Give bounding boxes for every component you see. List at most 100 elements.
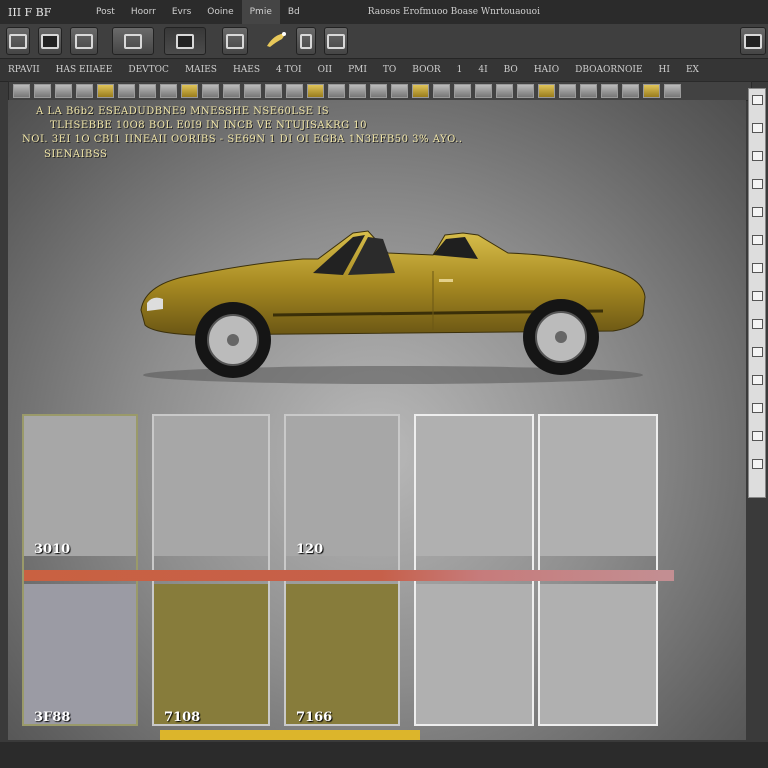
window-tool-icon	[744, 33, 762, 49]
align-center-icon[interactable]	[118, 84, 135, 98]
option-item[interactable]: DBOAORNOIE	[567, 65, 650, 75]
color-swatch-icon[interactable]	[97, 84, 114, 98]
canvas-text-line: NOI. 3EI 1O CBI1 IINEAII OORIBS - SE69N …	[22, 134, 463, 145]
zoom-icon[interactable]	[559, 84, 576, 98]
ruler-marker	[752, 291, 763, 301]
card-bottom	[540, 584, 656, 724]
option-item[interactable]: EX	[678, 65, 707, 75]
distribute-icon[interactable]	[517, 84, 534, 98]
italic-icon[interactable]	[34, 84, 51, 98]
canvas-text-line: SIENAIBSS	[44, 149, 108, 160]
row-divider-band	[24, 570, 674, 581]
grid-tool-button[interactable]	[70, 27, 98, 55]
indent-icon[interactable]	[223, 84, 240, 98]
layout-cards: 3010 3F88 7108 120 7166	[22, 400, 682, 740]
rotate-icon[interactable]	[601, 84, 618, 98]
text-box-icon[interactable]	[391, 84, 408, 98]
card-bottom-label: 3F88	[34, 710, 71, 725]
frame-tool-button[interactable]	[6, 27, 30, 55]
image-tool-icon	[41, 33, 59, 49]
ruler-marker	[752, 459, 763, 469]
layout-tool-button[interactable]	[112, 27, 154, 55]
brush-tool-icon	[267, 32, 286, 47]
ruler-marker	[752, 319, 763, 329]
layer-icon[interactable]	[433, 84, 450, 98]
menu-tab-hoorr[interactable]: Hoorr	[123, 0, 164, 24]
card-top	[540, 416, 656, 556]
doc-tool-icon	[300, 33, 312, 49]
option-item[interactable]: HAES	[225, 65, 268, 75]
arrange-icon[interactable]	[496, 84, 513, 98]
option-item[interactable]: BOOR	[404, 65, 448, 75]
more-icon[interactable]	[664, 84, 681, 98]
card-top	[24, 416, 136, 556]
bold-icon[interactable]	[13, 84, 30, 98]
title-bar: III F BF Post Hoorr Evrs Ooine Pmie Bd R…	[0, 0, 768, 25]
image-tool-button[interactable]	[38, 27, 62, 55]
option-item[interactable]: TO	[375, 65, 404, 75]
card-top	[416, 416, 532, 556]
card-bottom	[24, 584, 136, 724]
flip-icon[interactable]	[622, 84, 639, 98]
option-item[interactable]: DEVTOC	[120, 65, 177, 75]
card-top-label: 3010	[34, 542, 71, 557]
ruler-marker	[752, 151, 763, 161]
link-icon[interactable]	[265, 84, 282, 98]
option-item[interactable]: RPAVII	[0, 65, 48, 75]
card-bottom-label: 7166	[296, 710, 333, 725]
shape-icon[interactable]	[370, 84, 387, 98]
effect-icon[interactable]	[538, 84, 555, 98]
select-tool-button[interactable]	[164, 27, 206, 55]
highlight-icon[interactable]	[181, 84, 198, 98]
group-icon[interactable]	[454, 84, 471, 98]
canvas-text-line: A LA B6b2 ESEADUDBNE9 MNESSHE NSE60LSE I…	[36, 106, 330, 117]
image-icon[interactable]	[286, 84, 303, 98]
option-item[interactable]: 4I	[470, 65, 495, 75]
option-item[interactable]: HAIO	[526, 65, 567, 75]
ruler-marker	[752, 123, 763, 133]
outdent-icon[interactable]	[244, 84, 261, 98]
table-icon[interactable]	[328, 84, 345, 98]
menu-tab-post[interactable]: Post	[88, 0, 123, 24]
align-left-icon[interactable]	[76, 84, 93, 98]
option-item[interactable]: PMI	[340, 65, 375, 75]
pages-tool-button[interactable]	[324, 27, 348, 55]
option-item[interactable]: HAS EIIAEE	[48, 65, 121, 75]
justify-icon[interactable]	[160, 84, 177, 98]
car-photo[interactable]	[133, 215, 653, 390]
document-title: Raosos Erofmuoo Boase Wnrtouaouoi	[367, 7, 540, 17]
pages-tool-icon	[327, 33, 345, 49]
option-item[interactable]: OII	[310, 65, 341, 75]
option-item[interactable]: MAIES	[177, 65, 225, 75]
window-tool-button[interactable]	[740, 27, 766, 55]
document-canvas[interactable]: A LA B6b2 ESEADUDBNE9 MNESSHE NSE60LSE I…	[8, 100, 746, 740]
option-item[interactable]: BO	[496, 65, 526, 75]
underline-icon[interactable]	[55, 84, 72, 98]
selection-gold-bar	[160, 730, 420, 740]
menu-tab-evrs[interactable]: Evrs	[164, 0, 199, 24]
align-right-icon[interactable]	[139, 84, 156, 98]
brush-tool-button[interactable]	[262, 27, 292, 53]
card-top	[154, 416, 268, 556]
pen-icon[interactable]	[643, 84, 660, 98]
vertical-ruler[interactable]	[748, 88, 766, 498]
hand-icon[interactable]	[580, 84, 597, 98]
menu-tab-pmie[interactable]: Pmie	[241, 0, 280, 24]
canvas-text-line: TLHSEBBE 10O8 BOL E0I9 IN INCB VE NTUJIS…	[50, 120, 367, 131]
ungroup-icon[interactable]	[475, 84, 492, 98]
card-bottom	[154, 584, 268, 724]
doc-tool-button[interactable]	[296, 27, 316, 55]
grid-tool-icon	[75, 33, 93, 49]
menu-tab-ooine[interactable]: Ooine	[199, 0, 241, 24]
ruler-marker	[752, 207, 763, 217]
menu-tab-bd[interactable]: Bd	[280, 0, 308, 24]
ruler-marker	[752, 431, 763, 441]
list-icon[interactable]	[202, 84, 219, 98]
crop-tool-button[interactable]	[222, 27, 248, 55]
stroke-icon[interactable]	[412, 84, 429, 98]
option-item[interactable]: HI	[651, 65, 678, 75]
fill-icon[interactable]	[307, 84, 324, 98]
option-item[interactable]: 1	[449, 65, 471, 75]
border-icon[interactable]	[349, 84, 366, 98]
option-item[interactable]: 4 TOI	[268, 65, 310, 75]
